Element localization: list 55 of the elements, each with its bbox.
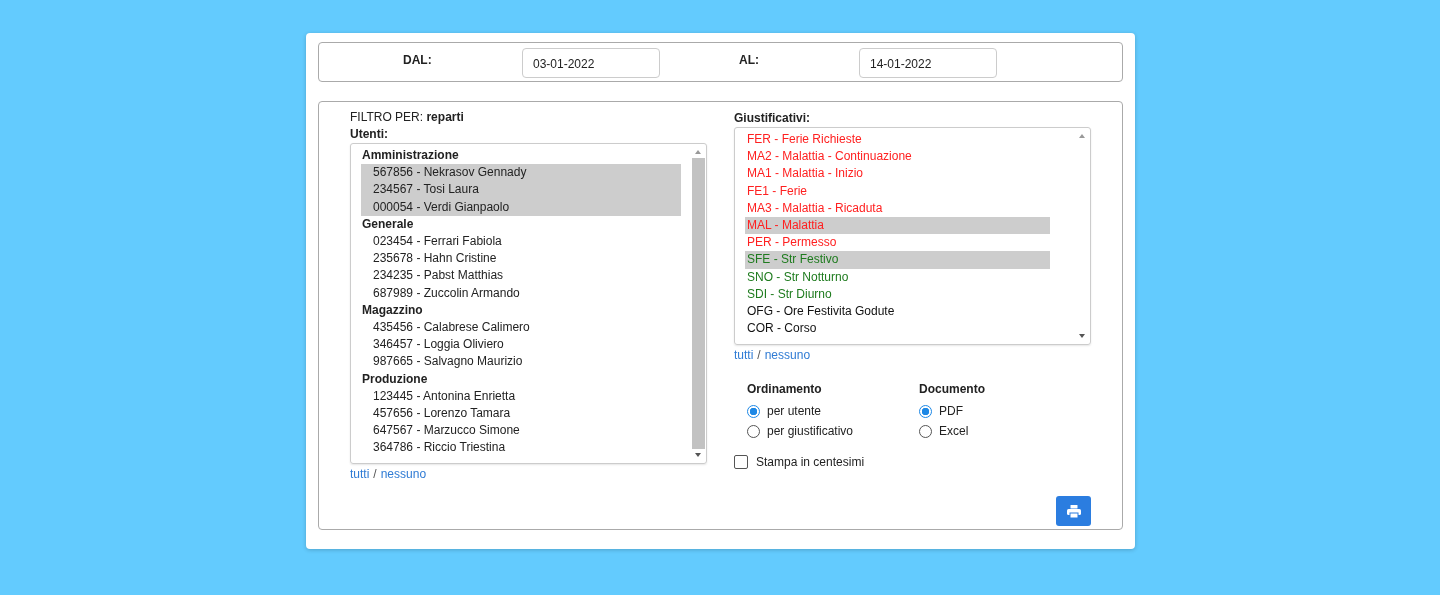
users-label: Utenti: [350, 126, 389, 143]
user-option[interactable]: 123445 - Antonina Enrietta [361, 387, 681, 406]
printer-icon [1066, 504, 1081, 518]
justification-option[interactable]: SNO - Str Notturno [745, 268, 1050, 286]
justification-option[interactable]: MA2 - Malattia - Continuazione [745, 148, 1050, 166]
option-group-title: Ordinamento [747, 381, 823, 398]
user-option[interactable]: 567856 - Nekrasov Gennady [361, 164, 681, 182]
user-option[interactable]: 647567 - Marzucco Simone [361, 422, 681, 440]
user-option[interactable]: 234235 - Pabst Matthias [361, 267, 681, 285]
group-header: Amministrazione [361, 147, 460, 164]
justification-option[interactable]: PER - Permesso [745, 234, 1050, 252]
print-button[interactable] [1056, 496, 1091, 526]
option-group-title: Documento [919, 381, 986, 398]
separator-text: / [757, 347, 761, 363]
justification-option[interactable]: COR - Corso [745, 320, 1050, 338]
select-none-link[interactable]: nessuno [764, 347, 811, 363]
user-option[interactable]: 364786 - Riccio Triestina [361, 439, 681, 457]
user-option[interactable]: 687989 - Zuccolin Armando [361, 284, 681, 302]
justification-option[interactable]: OFG - Ore Festivita Godute [745, 303, 1050, 321]
radio-button[interactable] [919, 404, 932, 418]
group-header: Produzione [361, 370, 429, 388]
user-option[interactable]: 435456 - Calabrese Calimero [361, 319, 681, 337]
filter-text: FILTRO PER: reparti [350, 109, 465, 125]
select-none-link[interactable]: nessuno [380, 466, 427, 482]
justifications-listbox[interactable] [734, 127, 1091, 345]
justification-option[interactable]: SFE - Str Festivo [745, 251, 1050, 269]
user-option[interactable]: 023454 - Ferrari Fabiola [361, 233, 681, 251]
checkbox[interactable] [734, 455, 748, 469]
radio-label[interactable]: PDF [939, 404, 963, 418]
radio-button[interactable] [747, 404, 760, 418]
group-header: Generale [361, 215, 415, 233]
user-option[interactable]: 235678 - Hahn Cristine [361, 250, 681, 268]
user-option[interactable]: 234567 - Tosi Laura [361, 181, 681, 199]
group-header: Magazzino [361, 301, 424, 319]
radio-label[interactable]: per giustificativo [767, 424, 854, 438]
from-label: DAL: [403, 52, 433, 69]
radio-label[interactable]: Excel [939, 424, 969, 438]
justification-option[interactable]: FER - Ferie Richieste [745, 131, 1050, 149]
radio-label[interactable]: per utente [767, 404, 822, 418]
user-option[interactable]: 987665 - Salvagno Maurizio [361, 353, 681, 371]
justification-option[interactable]: FE1 - Ferie [745, 182, 1050, 200]
justification-option[interactable]: SDI - Str Diurno [745, 285, 1050, 304]
justifications-label: Giustificativi: [734, 110, 811, 127]
to-date-field[interactable]: 14-01-2022 [859, 48, 997, 78]
from-date-field[interactable]: 03-01-2022 [522, 48, 660, 78]
user-option[interactable]: 457656 - Lorenzo Tamara [361, 405, 681, 423]
select-all-link[interactable]: tutti [734, 347, 754, 363]
select-all-link[interactable]: tutti [350, 466, 370, 482]
justification-option[interactable]: MA3 - Malattia - Ricaduta [745, 199, 1050, 217]
users-listbox[interactable] [350, 143, 707, 464]
justification-option[interactable]: MA1 - Malattia - Inizio [745, 165, 1050, 183]
checkbox-label[interactable]: Stampa in centesimi [756, 455, 865, 469]
separator-text: / [373, 466, 377, 482]
to-label: AL: [739, 52, 760, 69]
user-option[interactable]: 346457 - Loggia Oliviero [361, 336, 681, 354]
